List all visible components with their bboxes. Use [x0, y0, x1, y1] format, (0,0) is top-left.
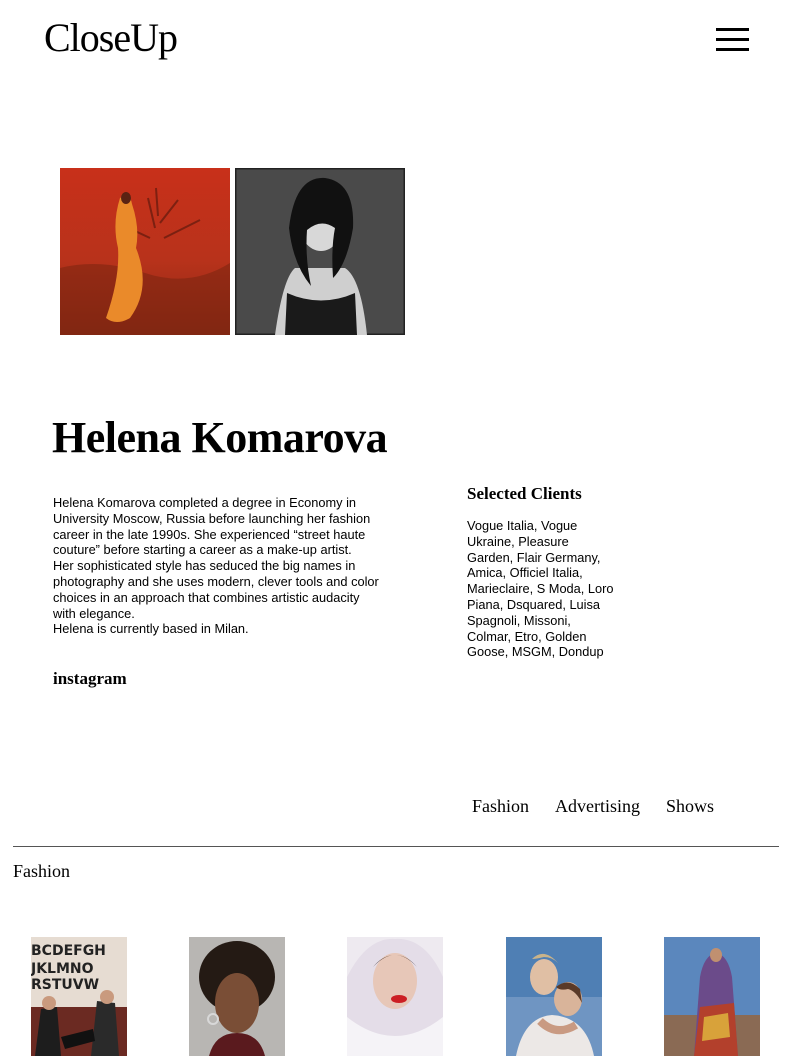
artist-name: Helena Komarova [52, 413, 388, 462]
instagram-link[interactable]: instagram [53, 669, 127, 689]
portfolio-tabs: Fashion Advertising Shows [472, 796, 714, 817]
selected-clients-list: Vogue Italia, Vogue Ukraine, Pleasure Ga… [467, 518, 614, 660]
fashion-section-title: Fashion [13, 861, 71, 881]
tab-fashion[interactable]: Fashion [472, 796, 529, 817]
svg-text:RSTUVW: RSTUVW [31, 977, 99, 993]
svg-text:JKLMNO: JKLMNO [31, 961, 94, 977]
tab-shows[interactable]: Shows [666, 796, 714, 817]
fashion-thumbnail[interactable] [664, 937, 760, 1056]
fashion-thumbnail[interactable] [347, 937, 443, 1056]
tab-advertising[interactable]: Advertising [555, 796, 640, 817]
fashion-thumbnail[interactable]: BCDEFGH JKLMNO RSTUVW [31, 937, 127, 1056]
hamburger-menu-icon[interactable] [716, 28, 750, 52]
hero-photo-black-white-portrait [235, 168, 405, 335]
hero-photo-orange-dress [60, 168, 230, 335]
fashion-thumbnail[interactable] [506, 937, 602, 1056]
svg-text:BCDEFGH: BCDEFGH [31, 943, 106, 959]
fashion-thumbnail[interactable] [189, 937, 285, 1056]
bio-paragraph: Helena Komarova completed a degree in Ec… [53, 495, 371, 558]
section-divider [13, 846, 779, 847]
bio-paragraph: Helena is currently based in Milan. [53, 621, 249, 637]
closeup-logo[interactable]: CloseUp [44, 18, 178, 58]
bio-paragraph: Her sophisticated style has seduced the … [53, 558, 379, 621]
selected-clients-heading: Selected Clients [467, 484, 582, 503]
artist-bio: Helena Komarova completed a degree in Ec… [53, 495, 383, 637]
